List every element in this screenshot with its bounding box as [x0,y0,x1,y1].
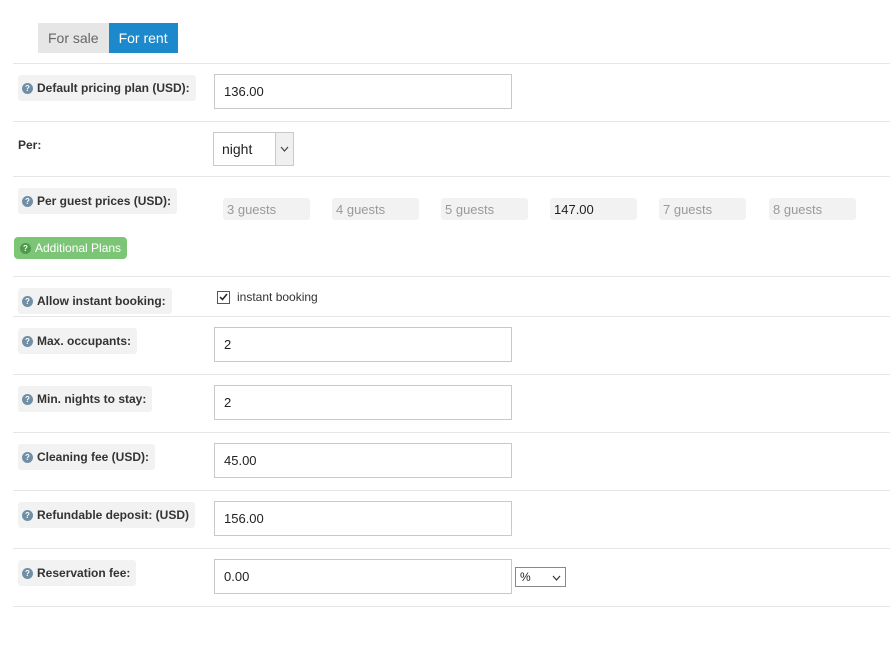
instant-booking-checkbox-wrap[interactable]: instant booking [217,290,318,304]
guest-price-7[interactable]: 7 guests [659,198,746,220]
reservation-fee-input[interactable]: 0.00 [214,559,512,594]
reservation-fee-unit-value: % [520,570,531,584]
reservation-fee-label-text: Reservation fee: [37,566,131,580]
guest-price-6[interactable]: 147.00 [550,198,637,220]
question-mark-icon[interactable]: ? [22,335,33,347]
question-mark-icon: ? [20,242,31,254]
guest-price-3[interactable]: 3 guests [223,198,310,220]
refundable-deposit-label: ? Refundable deposit: (USD) [18,502,195,528]
divider [13,276,890,277]
tab-for-rent[interactable]: For rent [108,23,178,53]
divider [13,316,890,317]
default-pricing-label: ? Default pricing plan (USD): [18,75,196,101]
tab-for-sale[interactable]: For sale [38,23,109,53]
per-select-value: night [222,141,253,157]
check-icon [219,293,228,301]
question-mark-icon[interactable]: ? [22,295,33,307]
question-mark-icon[interactable]: ? [22,451,33,463]
min-nights-label: ? Min. nights to stay: [18,386,153,412]
question-mark-icon[interactable]: ? [22,393,33,405]
min-nights-label-text: Min. nights to stay: [37,392,147,406]
question-mark-icon[interactable]: ? [22,195,33,207]
instant-booking-checkbox[interactable] [217,290,230,304]
per-label-text: Per: [18,138,42,152]
per-label: Per: [18,132,47,158]
divider [13,548,890,549]
reservation-fee-label: ? Reservation fee: [18,560,137,586]
guest-price-8[interactable]: 8 guests [769,198,856,220]
cleaning-fee-label-text: Cleaning fee (USD): [37,450,150,464]
question-mark-icon[interactable]: ? [22,509,33,521]
per-guest-label-text: Per guest prices (USD): [37,194,172,208]
additional-plans-button[interactable]: ? Additional Plans [14,237,128,259]
question-mark-icon[interactable]: ? [22,567,33,579]
guest-price-5[interactable]: 5 guests [441,198,528,220]
question-mark-icon[interactable]: ? [22,82,33,94]
refundable-deposit-label-text: Refundable deposit: (USD) [37,508,189,522]
max-occupants-label-text: Max. occupants: [37,334,132,348]
divider [13,374,890,375]
chevron-down-icon [552,570,561,584]
default-pricing-label-text: Default pricing plan (USD): [37,81,190,95]
refundable-deposit-input[interactable]: 156.00 [214,501,512,536]
divider [13,432,890,433]
divider [13,606,890,607]
guest-price-4[interactable]: 4 guests [332,198,419,220]
cleaning-fee-input[interactable]: 45.00 [214,443,512,478]
divider [13,63,890,64]
max-occupants-label: ? Max. occupants: [18,328,138,354]
divider [13,490,890,491]
divider [13,121,890,122]
listing-type-tabs: For sale For rent [38,23,178,53]
instant-booking-checkbox-label: instant booking [237,290,318,304]
per-guest-label: ? Per guest prices (USD): [18,188,178,214]
cleaning-fee-label: ? Cleaning fee (USD): [18,444,156,470]
min-nights-input[interactable]: 2 [214,385,512,420]
reservation-fee-unit-select[interactable]: % [515,567,566,587]
instant-booking-label-text: Allow instant booking: [37,294,166,308]
divider [13,176,890,177]
additional-plans-label: Additional Plans [35,241,122,255]
max-occupants-input[interactable]: 2 [214,327,512,362]
instant-booking-label: ? Allow instant booking: [18,288,172,314]
per-select[interactable]: night [213,132,294,166]
chevron-down-icon [275,133,293,165]
default-pricing-input[interactable]: 136.00 [214,74,512,109]
